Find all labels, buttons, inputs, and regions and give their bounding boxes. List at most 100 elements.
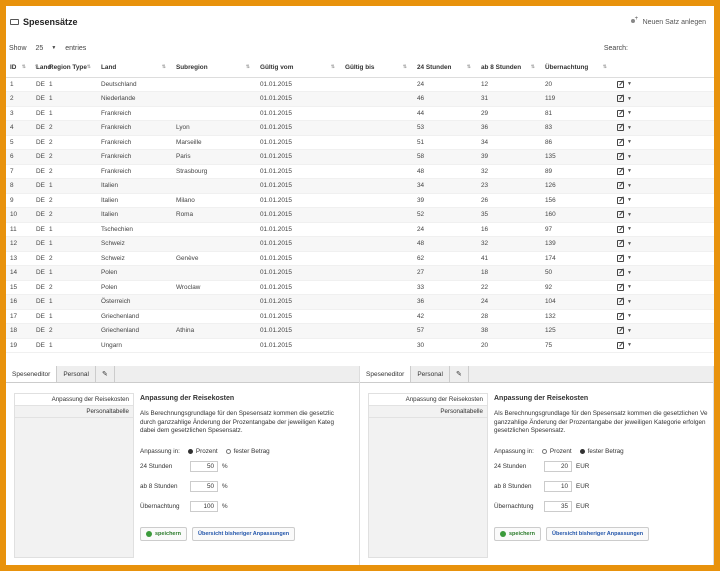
edit-icon[interactable]: [617, 167, 624, 175]
edit-icon[interactable]: [617, 80, 624, 88]
table-row[interactable]: 16 DE 1 Österreich 01.01.2015 36 24 104 ▼: [6, 294, 714, 310]
column-header[interactable]: ab 8 Stunden ⇅: [477, 58, 541, 78]
table-row[interactable]: 6 DE 2 Frankreich Paris 01.01.2015 58 39 135 ▼: [6, 149, 714, 165]
edit-icon[interactable]: [617, 138, 624, 146]
edit-icon[interactable]: [617, 225, 624, 233]
chevron-down-icon[interactable]: ▼: [627, 299, 632, 305]
radio-fixed[interactable]: fester Betrag: [579, 448, 624, 455]
chevron-down-icon[interactable]: ▼: [627, 125, 632, 131]
table-row[interactable]: 12 DE 1 Schweiz 01.01.2015 48 32 139 ▼: [6, 236, 714, 252]
overview-button[interactable]: Übersicht bisheriger Anpassungen: [191, 526, 296, 541]
edit-icon[interactable]: [617, 182, 624, 190]
table-row[interactable]: 7 DE 2 Frankreich Strasbourg 01.01.2015 48 32 89…: [6, 164, 714, 179]
table-cell: 24: [477, 294, 541, 310]
chevron-down-icon[interactable]: ▼: [627, 241, 632, 247]
chevron-down-icon[interactable]: ▼: [627, 110, 632, 116]
field-overnight-input[interactable]: 35: [544, 500, 572, 512]
table-row[interactable]: 19 DE 1 Ungarn 01.01.2015 30 20 75 ▼: [6, 338, 714, 353]
chevron-down-icon[interactable]: ▼: [627, 168, 632, 174]
chevron-down-icon[interactable]: ▼: [627, 96, 632, 102]
edit-icon[interactable]: [617, 211, 624, 219]
chevron-down-icon[interactable]: ▼: [627, 81, 632, 87]
table-row[interactable]: 2 DE 1 Niederlande 01.01.2015 46 31 119 ▼: [6, 91, 714, 107]
table-row[interactable]: 17 DE 1 Griechenland 01.01.2015 42 28 132 ▼: [6, 309, 714, 324]
radio-fixed[interactable]: fester Betrag: [225, 448, 270, 455]
table-row[interactable]: 1 DE 1 Deutschland 01.01.2015 24 12 20 ▼: [6, 77, 714, 92]
tab-tools[interactable]: ✎: [96, 366, 115, 382]
table-row[interactable]: 10 DE 2 Italien Roma 01.01.2015 52 35 160 ▼: [6, 207, 714, 223]
edit-icon[interactable]: [617, 283, 624, 291]
table-row[interactable]: 5 DE 2 Frankreich Marseille 01.01.2015 51 34 86 ▼: [6, 135, 714, 150]
edit-icon[interactable]: [617, 124, 624, 132]
table-row[interactable]: 11 DE 1 Tschechien 01.01.2015 24 16 97 ▼: [6, 222, 714, 237]
field-8h-input[interactable]: 50: [190, 480, 218, 492]
column-header[interactable]: Land ⇅: [32, 58, 51, 78]
field-overnight-input[interactable]: 100: [190, 500, 218, 512]
edit-icon[interactable]: [617, 341, 624, 349]
overview-button[interactable]: Übersicht bisheriger Anpassungen: [545, 526, 650, 541]
chevron-down-icon[interactable]: ▼: [627, 328, 632, 334]
edit-icon[interactable]: [617, 269, 624, 277]
table-row[interactable]: 13 DE 2 Schweiz Genève 01.01.2015 62 41 174 ▼: [6, 251, 714, 266]
field-24h-input[interactable]: 50: [190, 460, 218, 472]
column-header[interactable]: Land ⇅: [97, 58, 172, 78]
chevron-down-icon[interactable]: ▼: [627, 342, 632, 348]
tab-tools[interactable]: ✎: [450, 366, 469, 382]
table-cell: 2: [6, 91, 32, 107]
field-24h-input[interactable]: 20: [544, 460, 572, 472]
field-unit: EUR: [576, 502, 590, 510]
tab-speseneditor[interactable]: Speseneditor: [6, 366, 58, 382]
table-cell: Milano: [172, 193, 256, 208]
table-row[interactable]: 3 DE 1 Frankreich 01.01.2015 44 29 81 ▼: [6, 106, 714, 121]
table-row[interactable]: 15 DE 2 Polen Wroclaw 01.01.2015 33 22 92 ▼: [6, 280, 714, 295]
chevron-down-icon[interactable]: ▼: [627, 284, 632, 290]
save-button[interactable]: speichern: [494, 526, 541, 541]
edit-icon[interactable]: [617, 109, 624, 117]
table-row[interactable]: 4 DE 2 Frankreich Lyon 01.01.2015 53 36 83 ▼: [6, 120, 714, 136]
column-header[interactable]: 24 Stunden ⇅: [413, 58, 477, 78]
table-row[interactable]: 9 DE 2 Italien Milano 01.01.2015 39 26 156 ▼: [6, 193, 714, 208]
chevron-down-icon[interactable]: ▼: [627, 154, 632, 160]
sidebar-item-reisekosten[interactable]: Anpassung der Reisekosten: [369, 394, 487, 406]
entries-select[interactable]: 25 ▼: [33, 45, 60, 52]
sidebar-item-personaltabelle[interactable]: Personaltabelle: [15, 406, 133, 418]
column-header[interactable]: Subregion ⇅: [172, 58, 256, 78]
edit-icon[interactable]: [617, 196, 624, 204]
column-header[interactable]: Übernachtung ⇅: [541, 58, 613, 78]
radio-percent[interactable]: Prozent: [541, 448, 572, 455]
edit-icon[interactable]: [617, 312, 624, 320]
field-8h-input[interactable]: 10: [544, 480, 572, 492]
table-row[interactable]: 8 DE 1 Italien 01.01.2015 34 23 126 ▼: [6, 178, 714, 194]
edit-icon[interactable]: [617, 240, 624, 248]
column-header[interactable]: Gültig bis ⇅: [341, 58, 413, 78]
chevron-down-icon[interactable]: ▼: [627, 183, 632, 189]
column-header[interactable]: ID ⇅: [6, 58, 32, 78]
chevron-down-icon[interactable]: ▼: [627, 270, 632, 276]
tab-personal[interactable]: Personal: [411, 366, 450, 382]
edit-icon[interactable]: [617, 153, 624, 161]
radio-percent[interactable]: Prozent: [187, 448, 218, 455]
column-header[interactable]: Gültig vom ⇅: [256, 58, 341, 78]
chevron-down-icon[interactable]: ▼: [627, 313, 632, 319]
edit-icon[interactable]: [617, 298, 624, 306]
table-cell: [172, 106, 256, 121]
chevron-down-icon[interactable]: ▼: [627, 212, 632, 218]
sidebar-item-personaltabelle[interactable]: Personaltabelle: [369, 406, 487, 418]
tab-personal[interactable]: Personal: [57, 366, 96, 382]
chevron-down-icon[interactable]: ▼: [627, 197, 632, 203]
row-actions: ▼: [613, 222, 714, 237]
chevron-down-icon[interactable]: ▼: [627, 139, 632, 145]
edit-icon[interactable]: [617, 95, 624, 103]
chevron-down-icon[interactable]: ▼: [627, 226, 632, 232]
tab-speseneditor[interactable]: Speseneditor: [360, 366, 412, 382]
table-row[interactable]: 14 DE 1 Polen 01.01.2015 27 18 50 ▼: [6, 265, 714, 281]
edit-icon[interactable]: [617, 254, 624, 262]
sidebar-item-reisekosten[interactable]: Anpassung der Reisekosten: [15, 394, 133, 406]
chevron-down-icon[interactable]: ▼: [627, 255, 632, 261]
table-row[interactable]: 18 DE 2 Griechenland Athina 01.01.2015 57 38 125…: [6, 323, 714, 339]
edit-icon[interactable]: [617, 327, 624, 335]
save-button[interactable]: speichern: [140, 526, 187, 541]
table-cell: 29: [477, 106, 541, 121]
new-rate-button[interactable]: Neuen Satz anlegen: [630, 16, 706, 26]
column-header[interactable]: Region Type ⇅: [45, 58, 97, 78]
